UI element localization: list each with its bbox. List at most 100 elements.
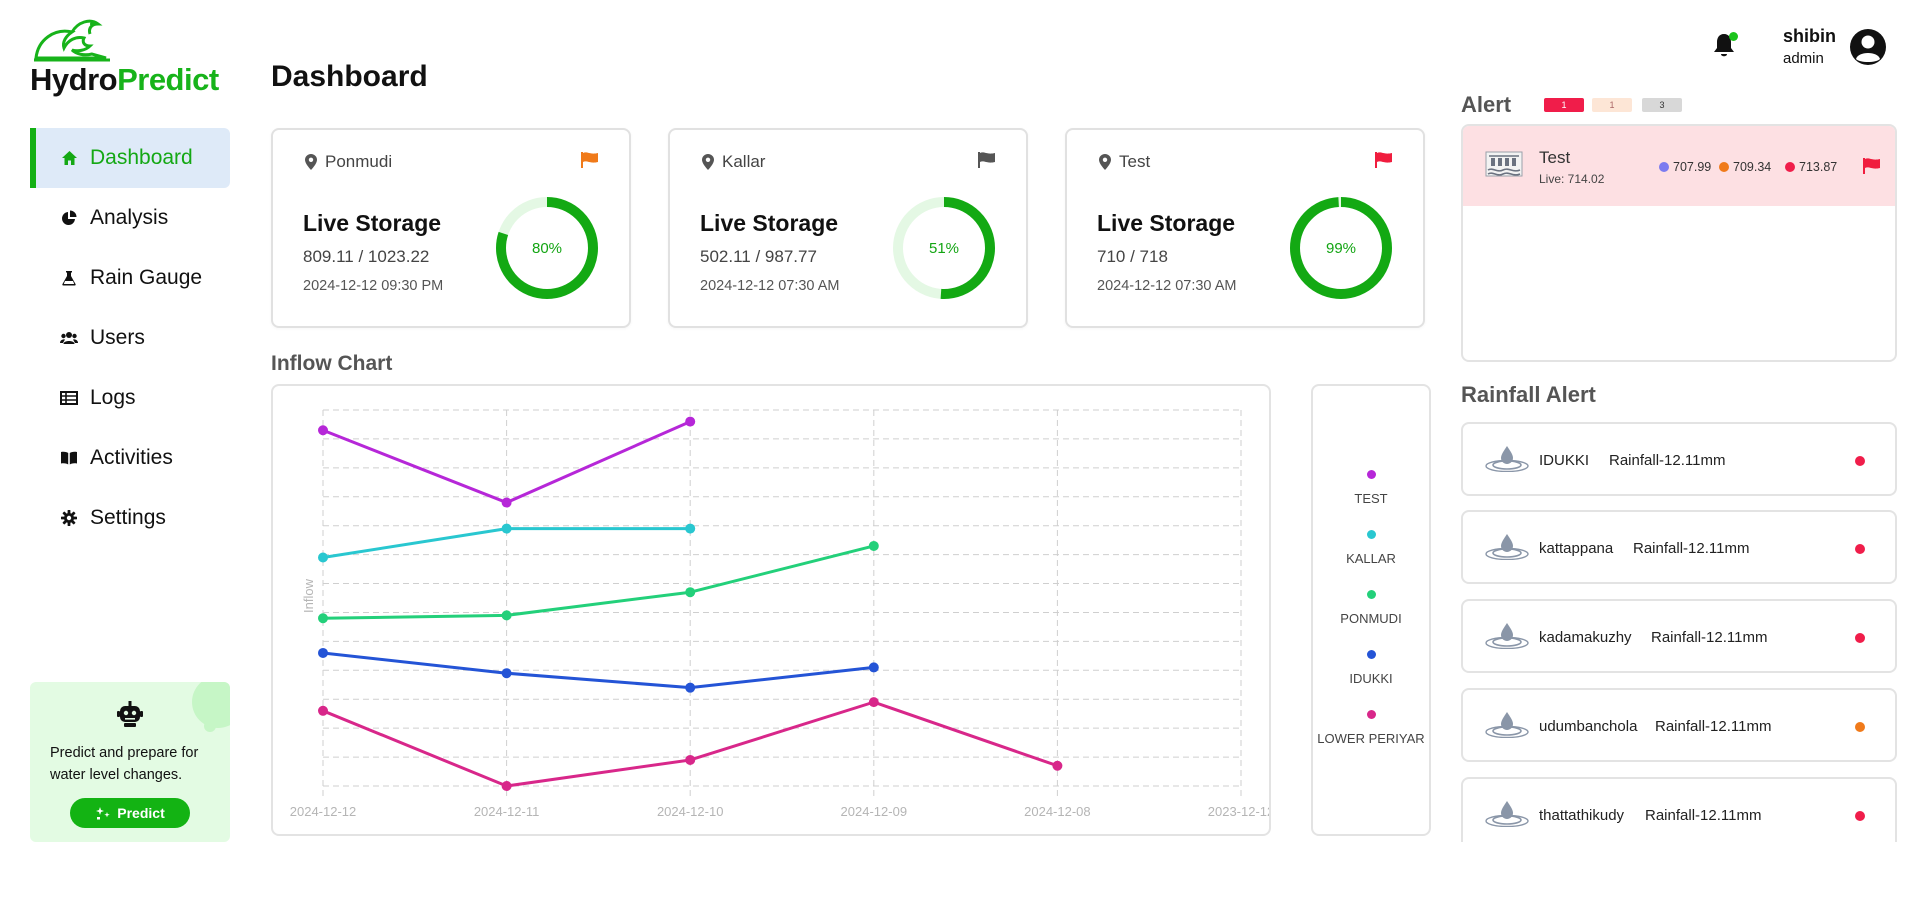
- legend-dot: [1366, 650, 1376, 659]
- sidebar-item-users[interactable]: Users: [30, 308, 230, 368]
- data-point-test: [685, 416, 696, 427]
- avatar-icon[interactable]: [1848, 27, 1888, 67]
- data-point-lower-periyar: [318, 705, 328, 716]
- data-point-kallar: [501, 523, 512, 534]
- data-point-lower-periyar: [501, 781, 512, 791]
- legend-item-idukki[interactable]: IDUKKI: [1313, 650, 1429, 686]
- data-point-ponmudi: [501, 610, 512, 621]
- rain-drop-icon: [1485, 534, 1529, 560]
- card-location: Ponmudi: [305, 152, 392, 172]
- logo-text: HydroPredict: [30, 62, 219, 98]
- inflow-chart: 2024-12-12 2024-12-11 2024-12-10 2024-12-09…: [271, 384, 1271, 836]
- level-dot: [1785, 162, 1795, 172]
- wave-logo-icon: [34, 19, 110, 62]
- rainfall-status-dot: [1855, 811, 1865, 821]
- book-icon: [60, 449, 78, 467]
- logo-text-predict: Predict: [117, 62, 219, 97]
- storage-progress-ring: 51%: [892, 196, 996, 300]
- robot-icon: [117, 701, 143, 727]
- x-tick-label: 2024-12-09: [841, 804, 908, 819]
- legend-item-kallar[interactable]: KALLAR: [1313, 530, 1429, 566]
- legend-dot: [1366, 590, 1376, 599]
- rainfall-location: IDUKKI: [1539, 452, 1590, 469]
- flag-icon: [978, 152, 995, 168]
- sidebar-item-label: Settings: [90, 506, 166, 529]
- storage-percent: 80%: [531, 239, 563, 257]
- rainfall-item[interactable]: thattathikudy Rainfall-12.11mm: [1461, 777, 1897, 842]
- sidebar-item-settings[interactable]: Settings: [30, 488, 230, 548]
- card-location: Kallar: [702, 152, 765, 172]
- alert-item-name: Test: [1539, 148, 1571, 167]
- legend-item-ponmudi[interactable]: PONMUDI: [1313, 590, 1429, 626]
- rainfall-value: Rainfall-12.11mm: [1633, 540, 1750, 557]
- level-dot: [1719, 162, 1729, 172]
- flag-icon: [1863, 158, 1880, 174]
- sidebar-item-dashboard[interactable]: Dashboard: [30, 128, 230, 188]
- alert-level: 707.99: [1659, 160, 1711, 174]
- rainfall-item[interactable]: kadamakuzhy Rainfall-12.11mm: [1461, 599, 1897, 673]
- sparkle-icon: [96, 807, 110, 820]
- notification-bell[interactable]: [1712, 32, 1738, 60]
- predict-button[interactable]: Predict: [70, 798, 190, 828]
- live-storage-label: Live Storage: [303, 210, 442, 236]
- notification-dot: [1729, 32, 1738, 41]
- rain-drop-icon: [1485, 446, 1529, 472]
- sidebar-item-analysis[interactable]: Analysis: [30, 188, 230, 248]
- x-tick-label: 2024-12-12: [290, 804, 357, 819]
- data-point-idukki: [318, 647, 328, 658]
- sidebar-item-label: Activities: [90, 446, 173, 469]
- sidebar-item-rain-gauge[interactable]: Rain Gauge: [30, 248, 230, 308]
- alert-item[interactable]: Test Live: 714.02 707.99 709.34 713.87: [1463, 126, 1895, 206]
- chart-legend: TEST KALLAR PONMUDI IDUKKI LOWER PERIYAR: [1311, 384, 1431, 836]
- level-value: 713.87: [1799, 160, 1838, 174]
- storage-card-test[interactable]: Test Live Storage 710 / 718 2024-12-12 0…: [1065, 128, 1425, 328]
- live-storage-datetime: 2024-12-12 07:30 AM: [700, 278, 840, 294]
- sidebar-nav: Dashboard Analysis Rain Gauge Users Logs…: [30, 128, 230, 548]
- alert-count-badge-low[interactable]: 3: [1642, 98, 1682, 112]
- live-storage-value: 502.11 / 987.77: [700, 247, 817, 266]
- sidebar-item-activities[interactable]: Activities: [30, 428, 230, 488]
- alert-level: 713.87: [1785, 160, 1837, 174]
- sidebar-item-logs[interactable]: Logs: [30, 368, 230, 428]
- rain-drop-icon: [1485, 801, 1529, 827]
- card-location-name: Ponmudi: [325, 152, 393, 171]
- alert-count-badge-high[interactable]: 1: [1544, 98, 1584, 112]
- data-point-idukki: [868, 662, 879, 673]
- legend-label: IDUKKI: [1349, 671, 1393, 686]
- legend-label: KALLAR: [1346, 551, 1396, 566]
- rainfall-location: kadamakuzhy: [1539, 629, 1632, 646]
- live-storage-datetime: 2024-12-12 09:30 PM: [303, 278, 444, 294]
- inflow-chart-svg: 2024-12-12 2024-12-11 2024-12-10 2024-12-09…: [290, 409, 1269, 819]
- decor-bubble: [204, 720, 216, 732]
- legend-item-lower-periyar[interactable]: LOWER PERIYAR: [1313, 710, 1429, 746]
- rainfall-item[interactable]: IDUKKI Rainfall-12.11mm: [1461, 422, 1897, 496]
- rainfall-item[interactable]: udumbanchola Rainfall-12.11mm: [1461, 688, 1897, 762]
- level-dot: [1659, 162, 1669, 172]
- live-storage-value: 710 / 718: [1097, 247, 1168, 266]
- legend-item-test[interactable]: TEST: [1313, 470, 1429, 506]
- level-value: 709.34: [1733, 160, 1772, 174]
- flag-icon: [1375, 152, 1392, 168]
- data-point-lower-periyar: [685, 754, 696, 765]
- rainfall-status-dot: [1855, 722, 1865, 732]
- alert-count-badge-medium[interactable]: 1: [1592, 98, 1632, 112]
- sidebar-item-label: Dashboard: [90, 146, 193, 169]
- logo-text-hydro: Hydro: [30, 62, 118, 97]
- gear-icon: [60, 509, 78, 527]
- users-icon: [60, 329, 78, 347]
- legend-label: TEST: [1354, 491, 1388, 506]
- live-storage-label: Live Storage: [700, 210, 839, 236]
- legend-dot: [1366, 530, 1376, 539]
- storage-card-ponmudi[interactable]: Ponmudi Live Storage 809.11 / 1023.22 20…: [271, 128, 631, 328]
- app-logo[interactable]: HydroPredict: [30, 18, 230, 98]
- storage-card-kallar[interactable]: Kallar Live Storage 502.11 / 987.77 2024…: [668, 128, 1028, 328]
- rainfall-alert-list: IDUKKI Rainfall-12.11mm kattappana Rainf…: [1461, 422, 1897, 842]
- rainfall-location: kattappana: [1539, 540, 1614, 557]
- page-title: Dashboard: [271, 60, 428, 93]
- rainfall-value: Rainfall-12.11mm: [1655, 718, 1772, 735]
- card-location: Test: [1099, 152, 1150, 172]
- rainfall-item[interactable]: kattappana Rainfall-12.11mm: [1461, 510, 1897, 584]
- rainfall-location: udumbanchola: [1539, 718, 1638, 735]
- data-point-lower-periyar: [1052, 760, 1063, 771]
- location-pin-icon: [702, 154, 714, 170]
